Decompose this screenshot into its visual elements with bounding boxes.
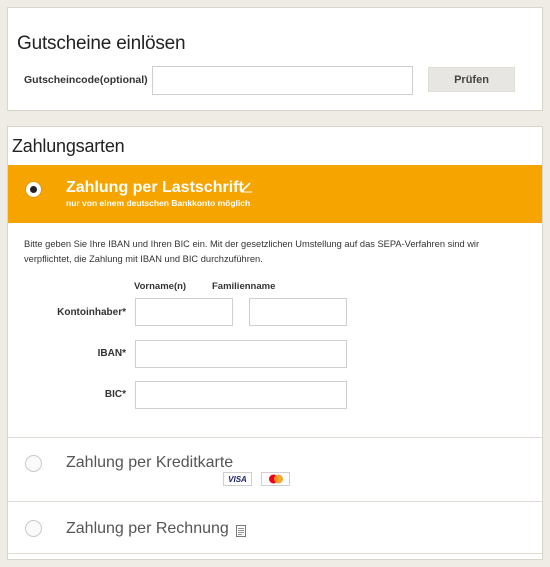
sepa-info-text: Bitte geben Sie Ihre IBAN und Ihren BIC … bbox=[24, 239, 480, 264]
bic-label: BIC* bbox=[104, 389, 126, 400]
direct-debit-label: Zahlung per Lastschrift bbox=[66, 179, 244, 196]
last-name-column-header: Familienname bbox=[212, 281, 276, 292]
mastercard-icon bbox=[261, 472, 290, 486]
iban-input[interactable] bbox=[135, 340, 347, 368]
voucher-title: Gutscheine einlösen bbox=[17, 33, 186, 54]
pencil-icon bbox=[241, 182, 252, 193]
bic-input[interactable] bbox=[135, 381, 347, 409]
credit-card-label[interactable]: Zahlung per Kreditkarte bbox=[66, 454, 233, 472]
separator bbox=[8, 437, 542, 438]
mastercard-logo bbox=[268, 474, 283, 484]
iban-label: IBAN* bbox=[97, 348, 126, 359]
first-name-column-header: Vorname(n) bbox=[134, 281, 187, 292]
radio-credit-card[interactable] bbox=[25, 455, 42, 472]
voucher-code-label: Gutscheincode(optional) bbox=[24, 74, 148, 86]
direct-debit-sublabel: nur von einem deutschen Bankkonto möglic… bbox=[66, 198, 251, 208]
account-holder-label: Kontoinhaber* bbox=[57, 307, 126, 318]
invoice-icon bbox=[236, 525, 246, 537]
voucher-check-button[interactable]: Prüfen bbox=[428, 67, 515, 92]
voucher-code-input[interactable] bbox=[152, 66, 413, 95]
first-name-input[interactable] bbox=[135, 298, 233, 326]
radio-direct-debit[interactable] bbox=[25, 181, 42, 198]
payment-methods-title: Zahlungsarten bbox=[12, 136, 125, 156]
voucher-panel: Gutscheine einlösen Gutscheincode(option… bbox=[7, 7, 543, 111]
invoice-label[interactable]: Zahlung per Rechnung bbox=[66, 520, 229, 538]
separator bbox=[8, 553, 542, 554]
separator bbox=[8, 501, 542, 502]
payment-methods-panel: Zahlungsarten Zahlung per Lastschrift nu… bbox=[7, 126, 543, 560]
radio-invoice[interactable] bbox=[25, 520, 42, 537]
last-name-input[interactable] bbox=[249, 298, 347, 326]
payment-option-direct-debit[interactable]: Zahlung per Lastschrift nur von einem de… bbox=[8, 165, 542, 223]
visa-card-icon: VISA bbox=[223, 472, 252, 486]
